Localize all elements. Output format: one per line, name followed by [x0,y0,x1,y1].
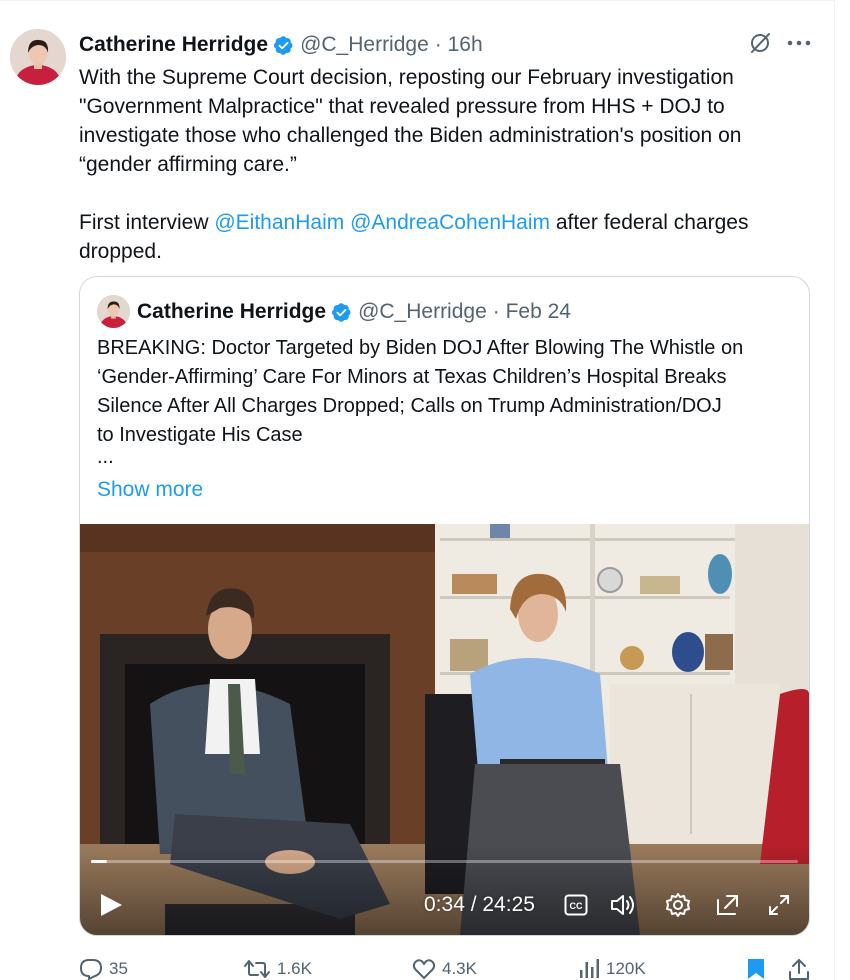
reply-icon [80,959,102,980]
reply-count: 35 [109,959,128,978]
like-count: 4.3K [442,959,477,978]
tweet-line: “gender affirming care.” [79,153,297,176]
like-icon [412,959,436,979]
quoted-tweet-ellipsis: ... [97,446,114,468]
video-controls-scrim [80,845,809,935]
repost-icon [244,960,270,978]
top-divider [0,0,834,1]
quoted-tweet-line: ‘Gender-Affirming’ Care For Minors at Te… [97,366,727,388]
views-count: 120K [606,959,646,978]
tweet-text-fragment: First interview [79,211,215,234]
tweet-text: With the Supreme Court decision, reposti… [79,63,799,266]
tweet-line: "Government Malpractice" that revealed p… [79,95,725,118]
tweet-line: investigate those who challenged the Bid… [79,124,742,147]
video-progress-fill [91,860,108,863]
mention-link[interactable]: @AndreaCohenHaim [350,211,550,234]
author-avatar[interactable] [10,29,66,85]
tweet-line: With the Supreme Court decision, reposti… [79,66,734,89]
more-icon[interactable] [786,38,812,48]
quoted-tweet-line: BREAKING: Doctor Targeted by Biden DOJ A… [97,337,744,359]
tweet-line: First interview @EithanHaim @AndreaCohen… [79,208,799,237]
video-time-display: 0:34 / 24:25 [424,893,535,916]
bookmark-icon[interactable] [746,957,766,980]
video-player[interactable] [80,524,809,935]
play-icon[interactable] [97,892,125,918]
tweet-text-fragment: after federal charges [550,211,749,234]
quoted-tweet-time: · Feb 24 [492,300,571,323]
author-name[interactable]: Catherine Herridge [79,33,268,57]
quoted-tweet-line: to Investigate His Case [97,424,303,446]
captions-icon[interactable]: CC [564,894,588,916]
like-button[interactable]: 4.3K [412,957,477,980]
repost-button[interactable]: 1.6K [243,957,312,980]
quoted-author-avatar[interactable] [97,295,130,328]
grok-icon[interactable] [747,30,773,56]
volume-icon[interactable] [609,892,637,918]
fullscreen-icon[interactable] [766,892,792,918]
share-icon[interactable] [788,957,810,980]
verified-badge-icon [331,302,352,323]
repost-count: 1.6K [277,959,312,978]
show-more-link[interactable]: Show more [97,475,203,504]
tweet-time[interactable]: · 16h [435,33,483,57]
quoted-tweet-text: BREAKING: Doctor Targeted by Biden DOJ A… [97,334,797,450]
verified-badge-icon[interactable] [273,35,294,56]
svg-text:CC: CC [570,901,583,911]
timeline-border [834,0,835,980]
quoted-tweet-header: Catherine Herridge @C_Herridge · Feb 24 [137,298,571,326]
quoted-author-name: Catherine Herridge [137,300,327,323]
tweet-header: Catherine Herridge @C_Herridge · 16h [79,30,483,60]
mention-link[interactable]: @EithanHaim [214,211,344,234]
reply-button[interactable]: 35 [79,957,128,980]
settings-icon[interactable] [665,892,691,918]
tweet-line: dropped. [79,240,162,263]
quoted-tweet-line: Silence After All Charges Dropped; Calls… [97,395,722,417]
views-icon [580,959,599,978]
quoted-author-handle: @C_Herridge [358,300,487,323]
author-handle[interactable]: @C_Herridge [300,33,429,57]
pip-icon[interactable] [715,892,741,918]
video-progress-bar[interactable] [91,860,798,863]
views-button[interactable]: 120K [578,957,646,980]
